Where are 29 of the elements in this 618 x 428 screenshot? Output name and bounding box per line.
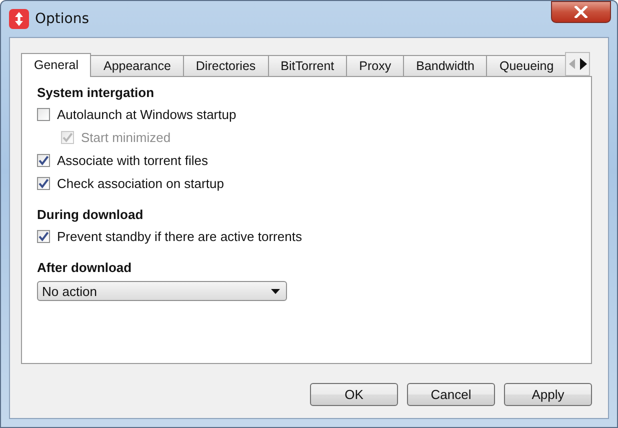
section-heading: During download — [37, 207, 144, 222]
dialog-button[interactable]: Apply — [504, 383, 592, 406]
dropdown-arrow-icon — [271, 288, 280, 294]
checkbox-label: Start minimized — [81, 130, 171, 145]
checkbox-label: Prevent standby if there are active torrents — [57, 229, 302, 244]
checkbox[interactable] — [37, 108, 50, 121]
section-heading: After download — [37, 260, 133, 275]
dialog-button[interactable]: OK — [310, 383, 398, 406]
app-icon — [9, 9, 29, 29]
close-button[interactable] — [551, 1, 611, 23]
tab[interactable]: BitTorrent — [268, 55, 348, 76]
checkbox[interactable] — [37, 230, 50, 243]
tab[interactable]: Proxy — [346, 55, 404, 76]
scroll-right-icon[interactable] — [578, 58, 587, 70]
action-dropdown[interactable]: No action — [37, 281, 287, 301]
checkbox-label: Associate with torrent files — [57, 153, 208, 168]
checkbox-label: Check association on startup — [57, 176, 224, 191]
tab[interactable]: Queueing — [486, 55, 567, 76]
tab[interactable]: General — [21, 53, 92, 77]
checkbox-label: Autolaunch at Windows startup — [57, 107, 236, 122]
close-icon — [574, 6, 588, 18]
tab[interactable]: Appearance — [90, 55, 184, 76]
dialog-button[interactable]: Cancel — [407, 383, 495, 406]
window-title: Options — [35, 11, 90, 27]
section-heading: System intergation — [37, 85, 156, 100]
tab[interactable]: Bandwidth — [403, 55, 488, 76]
tab[interactable]: Directories — [182, 55, 269, 76]
checkbox[interactable] — [37, 177, 50, 190]
checkbox[interactable] — [37, 154, 50, 167]
